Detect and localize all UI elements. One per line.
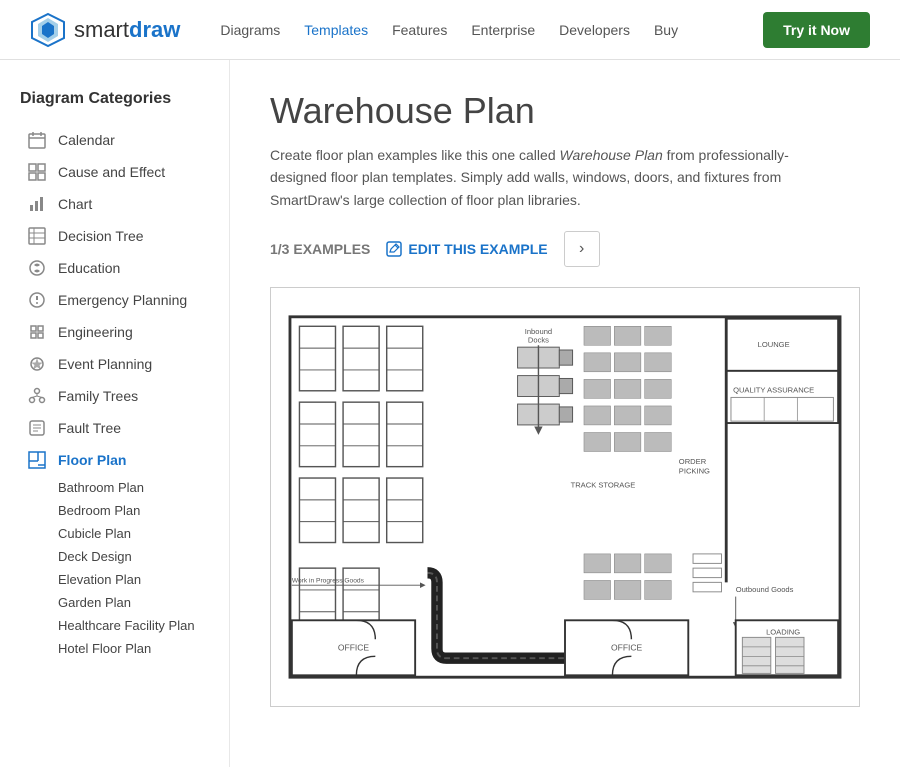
example-controls: 1/3 EXAMPLES EDIT THIS EXAMPLE › — [270, 231, 860, 267]
warehouse-diagram-svg: Inbound Docks TRACK STORAGE — [271, 288, 859, 706]
nav-templates[interactable]: Templates — [304, 22, 368, 38]
fault-tree-icon — [26, 417, 48, 439]
floor-plan-icon — [26, 449, 48, 471]
sidebar-label-fault-tree: Fault Tree — [58, 420, 121, 436]
engineering-icon — [26, 321, 48, 343]
nav-developers[interactable]: Developers — [559, 22, 630, 38]
sidebar-label-emergency-planning: Emergency Planning — [58, 292, 187, 308]
svg-text:TRACK STORAGE: TRACK STORAGE — [571, 481, 636, 490]
page-description: Create floor plan examples like this one… — [270, 144, 830, 211]
main-layout: Diagram Categories Calendar Cause and Ef… — [0, 60, 900, 767]
sidebar-label-floor-plan: Floor Plan — [58, 452, 126, 468]
sidebar-item-emergency-planning[interactable]: Emergency Planning — [20, 284, 219, 316]
try-it-now-button[interactable]: Try it Now — [763, 12, 870, 48]
sidebar-label-chart: Chart — [58, 196, 92, 212]
sidebar: Diagram Categories Calendar Cause and Ef… — [0, 60, 230, 767]
calendar-icon — [26, 129, 48, 151]
edit-example-label: EDIT THIS EXAMPLE — [408, 241, 547, 257]
decision-tree-icon — [26, 225, 48, 247]
sidebar-label-calendar: Calendar — [58, 132, 115, 148]
next-example-button[interactable]: › — [564, 231, 600, 267]
sidebar-label-engineering: Engineering — [58, 324, 133, 340]
sidebar-label-event-planning: Event Planning — [58, 356, 152, 372]
education-icon — [26, 257, 48, 279]
logo-text: smartdraw — [74, 17, 180, 43]
floor-plan-sub-items: Bathroom Plan Bedroom Plan Cubicle Plan … — [20, 476, 219, 660]
sidebar-item-floor-plan[interactable]: Floor Plan — [20, 444, 219, 476]
sub-item-elevation-plan[interactable]: Elevation Plan — [52, 568, 219, 591]
sub-item-cubicle-plan[interactable]: Cubicle Plan — [52, 522, 219, 545]
sidebar-item-fault-tree[interactable]: Fault Tree — [20, 412, 219, 444]
svg-text:LOUNGE: LOUNGE — [758, 340, 790, 349]
sidebar-label-family-trees: Family Trees — [58, 388, 138, 404]
sidebar-item-chart[interactable]: Chart — [20, 188, 219, 220]
edit-example-link[interactable]: EDIT THIS EXAMPLE — [386, 241, 547, 257]
nav-enterprise[interactable]: Enterprise — [471, 22, 535, 38]
svg-text:Outbound Goods: Outbound Goods — [736, 585, 794, 594]
main-content: Warehouse Plan Create floor plan example… — [230, 60, 900, 767]
sub-item-deck-design[interactable]: Deck Design — [52, 545, 219, 568]
svg-text:LOADING: LOADING — [766, 628, 800, 637]
main-nav: Diagrams Templates Features Enterprise D… — [220, 22, 763, 38]
svg-text:PICKING: PICKING — [679, 466, 710, 475]
sidebar-label-decision-tree: Decision Tree — [58, 228, 144, 244]
header: smartdraw Diagrams Templates Features En… — [0, 0, 900, 60]
page-title: Warehouse Plan — [270, 90, 860, 132]
sidebar-item-engineering[interactable]: Engineering — [20, 316, 219, 348]
sub-item-garden-plan[interactable]: Garden Plan — [52, 591, 219, 614]
svg-text:Docks: Docks — [528, 336, 549, 345]
svg-text:ORDER: ORDER — [679, 457, 707, 466]
sidebar-item-education[interactable]: Education — [20, 252, 219, 284]
svg-text:Work in Progress Goods: Work in Progress Goods — [292, 578, 365, 585]
family-trees-icon — [26, 385, 48, 407]
example-counter: 1/3 EXAMPLES — [270, 241, 370, 257]
logo-icon — [30, 12, 66, 48]
sidebar-item-calendar[interactable]: Calendar — [20, 124, 219, 156]
chart-icon — [26, 193, 48, 215]
sidebar-item-cause-effect[interactable]: Cause and Effect — [20, 156, 219, 188]
sub-item-hotel-floor-plan[interactable]: Hotel Floor Plan — [52, 637, 219, 660]
sub-item-bathroom-plan[interactable]: Bathroom Plan — [52, 476, 219, 499]
nav-buy[interactable]: Buy — [654, 22, 678, 38]
sub-item-healthcare-facility-plan[interactable]: Healthcare Facility Plan — [52, 614, 219, 637]
nav-features[interactable]: Features — [392, 22, 447, 38]
emergency-planning-icon — [26, 289, 48, 311]
logo[interactable]: smartdraw — [30, 12, 180, 48]
sidebar-label-education: Education — [58, 260, 120, 276]
svg-text:OFFICE: OFFICE — [611, 643, 643, 653]
sidebar-label-cause-effect: Cause and Effect — [58, 164, 165, 180]
sidebar-item-decision-tree[interactable]: Decision Tree — [20, 220, 219, 252]
edit-icon — [386, 241, 402, 257]
cause-effect-icon — [26, 161, 48, 183]
sidebar-title: Diagram Categories — [20, 90, 219, 108]
svg-text:QUALITY ASSURANCE: QUALITY ASSURANCE — [733, 386, 814, 395]
sidebar-item-event-planning[interactable]: Event Planning — [20, 348, 219, 380]
sub-item-bedroom-plan[interactable]: Bedroom Plan — [52, 499, 219, 522]
svg-text:OFFICE: OFFICE — [338, 643, 370, 653]
warehouse-diagram: Inbound Docks TRACK STORAGE — [270, 287, 860, 707]
event-planning-icon — [26, 353, 48, 375]
nav-diagrams[interactable]: Diagrams — [220, 22, 280, 38]
sidebar-item-family-trees[interactable]: Family Trees — [20, 380, 219, 412]
